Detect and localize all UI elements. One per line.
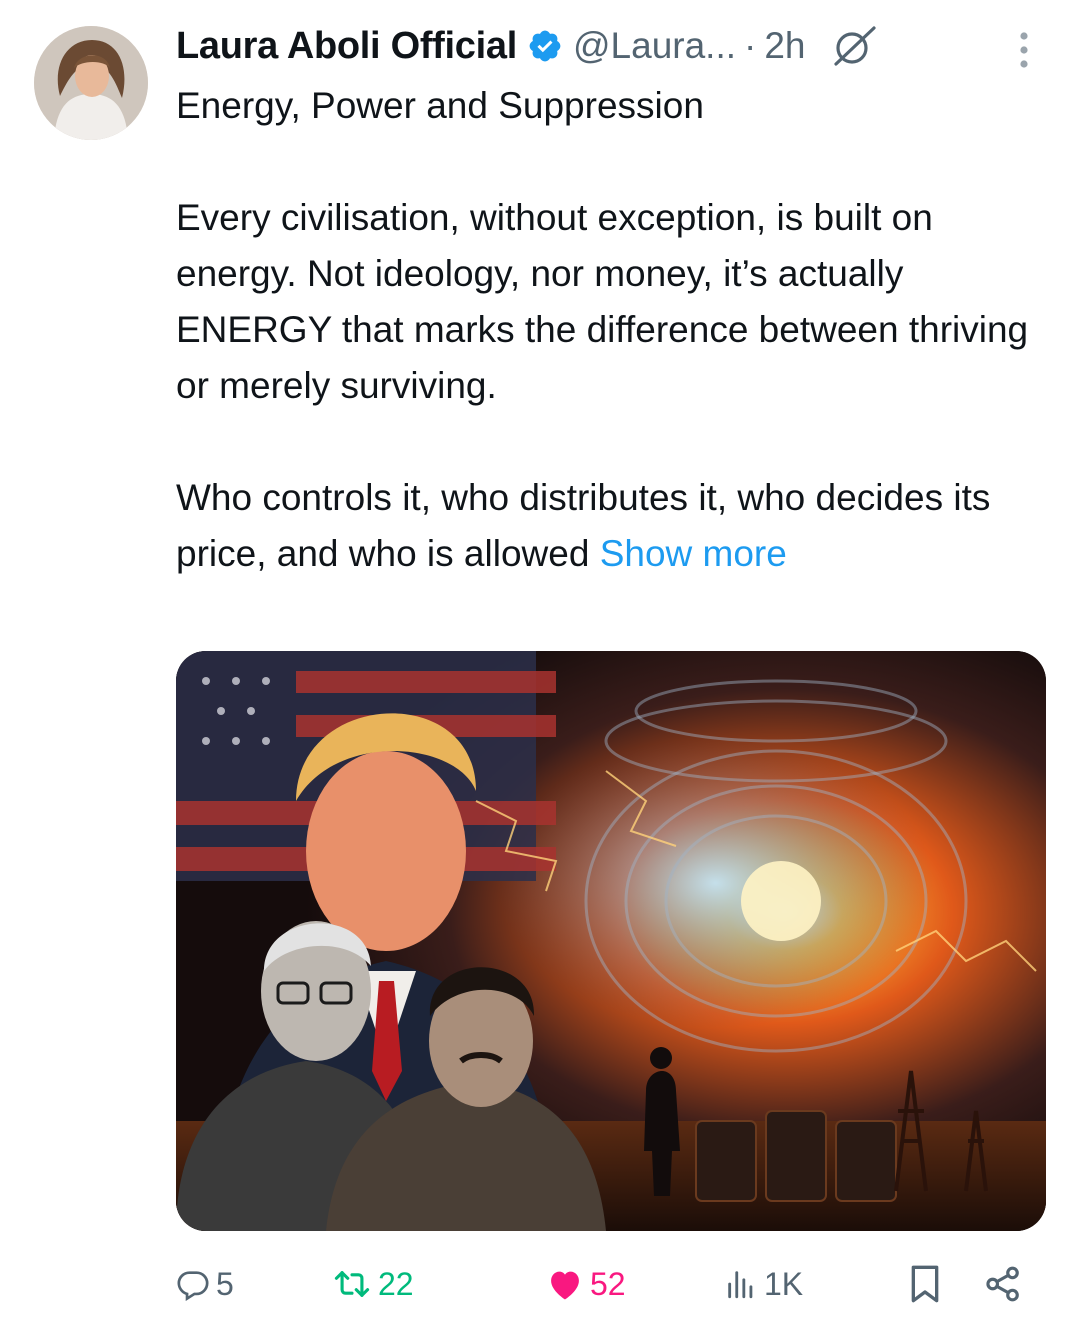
post-paragraph: Who controls it, who distributes it, who…	[176, 470, 1036, 582]
more-options-icon[interactable]	[1016, 30, 1032, 70]
like-icon	[551, 1271, 579, 1300]
reply-icon	[177, 1271, 209, 1301]
reply-button[interactable]: 5	[176, 1258, 234, 1310]
author-name[interactable]: Laura Aboli Official	[176, 25, 517, 68]
post-image[interactable]	[176, 651, 1046, 1231]
repost-icon	[334, 1271, 370, 1297]
view-count: 1K	[764, 1265, 804, 1302]
grok-icon[interactable]	[828, 24, 880, 68]
post-time[interactable]: 2h	[764, 25, 805, 67]
separator-dot: ·	[744, 25, 757, 66]
avatar-image	[34, 26, 148, 140]
reply-count: 5	[216, 1265, 234, 1302]
show-more-link[interactable]: Show more	[600, 533, 787, 574]
like-button[interactable]: 52	[546, 1258, 626, 1310]
post-paragraph: Every civilisation, without exception, i…	[176, 197, 1029, 406]
post-title: Energy, Power and Suppression	[176, 85, 704, 126]
views-button[interactable]: 1K	[724, 1258, 803, 1310]
bookmark-icon	[911, 1265, 939, 1303]
share-icon	[986, 1266, 1019, 1302]
post-paragraph-text: Who controls it, who distributes it, who…	[176, 477, 991, 574]
verified-badge-icon	[529, 30, 561, 62]
post-image-illustration	[176, 651, 1046, 1231]
views-icon	[728, 1271, 753, 1299]
repost-button[interactable]: 22	[332, 1258, 414, 1310]
avatar[interactable]	[34, 26, 148, 140]
repost-count: 22	[378, 1265, 414, 1302]
author-handle[interactable]: @Laura...	[573, 25, 736, 67]
share-button[interactable]	[984, 1258, 1022, 1310]
action-bar: 5 22 52 1K	[176, 1258, 1036, 1310]
post-body: Energy, Power and Suppression Every civi…	[176, 78, 1036, 582]
like-count: 52	[590, 1265, 626, 1302]
bookmark-button[interactable]	[908, 1258, 942, 1310]
post-header: Laura Aboli Official @Laura... · 2h	[176, 20, 1040, 72]
